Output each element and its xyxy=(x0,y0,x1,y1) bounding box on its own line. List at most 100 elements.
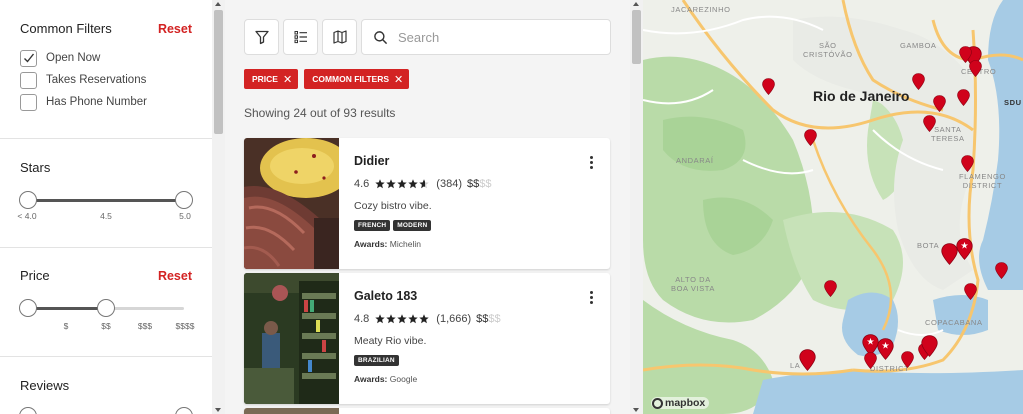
map-label-andarai: ANDARAÍ xyxy=(676,156,714,165)
rating-value: 4.6 xyxy=(354,178,370,190)
mapbox-icon xyxy=(652,397,663,409)
map-pin-icon[interactable] xyxy=(921,335,938,357)
map-pin-icon[interactable] xyxy=(933,95,946,112)
app-root: Common Filters Reset Open Now Takes Rese… xyxy=(0,0,1023,414)
map-label-santa-teresa: SANTA TERESA xyxy=(931,125,965,143)
stars-min-thumb[interactable] xyxy=(19,191,37,209)
has-phone-number-checkbox[interactable] xyxy=(20,93,37,111)
restaurant-card[interactable]: Galeto 183 4.8 (1,666) $$ $$ Meaty Rio vi… xyxy=(244,273,610,404)
restaurant-card-body: Didier 4.6 (384) $$$$ Cozy bistro vibe. xyxy=(354,154,600,249)
filter-icon xyxy=(254,30,269,45)
map-view[interactable]: JACAREZINHO SÃO CRISTÓVÃO GAMBOA CENTRO … xyxy=(643,0,1023,414)
close-icon[interactable]: ✕ xyxy=(394,73,403,86)
map-label-botafogo: BOTA xyxy=(917,241,940,250)
list-icon xyxy=(294,31,307,44)
review-count: (1,666) xyxy=(436,313,472,325)
more-options-icon[interactable] xyxy=(590,156,594,171)
map-view-button[interactable] xyxy=(322,19,357,55)
restaurant-card[interactable]: Didier 4.6 (384) $$$$ Cozy bistro vibe. xyxy=(244,138,610,269)
map-pin-icon[interactable] xyxy=(969,60,982,77)
common-filters-section: Common Filters Reset Open Now Takes Rese… xyxy=(0,0,212,139)
map-label-alto-da-boa-vista: ALTO DA BOA VISTA xyxy=(671,275,716,293)
restaurant-description: Cozy bistro vibe. xyxy=(354,200,432,212)
filter-open-now[interactable]: Open Now xyxy=(20,49,192,67)
map-label-flamengo: FLAMENGO DISTRICT xyxy=(959,172,1006,190)
stars-tick: 5.0 xyxy=(179,211,191,221)
filters-scrollbar[interactable] xyxy=(212,0,225,414)
map-pin-featured-icon[interactable] xyxy=(956,238,973,260)
reviews-min-thumb[interactable] xyxy=(19,407,37,414)
price-min-thumb[interactable] xyxy=(19,299,37,317)
map-pin-icon[interactable] xyxy=(964,283,977,300)
price-tick: $ xyxy=(63,321,69,331)
more-options-icon[interactable] xyxy=(590,291,594,306)
star-rating-icon xyxy=(375,179,430,189)
reviews-title: Reviews xyxy=(20,378,70,393)
restaurant-name[interactable]: Galeto 183 xyxy=(354,289,600,303)
scroll-down-arrow-icon[interactable] xyxy=(215,408,221,412)
map-pin-icon[interactable] xyxy=(957,89,970,106)
stars-max-thumb[interactable] xyxy=(175,191,193,209)
awards-label: Awards: xyxy=(354,374,388,384)
common-filters-chip[interactable]: COMMON FILTERS ✕ xyxy=(304,69,410,89)
search-input[interactable] xyxy=(398,29,598,45)
restaurant-card[interactable] xyxy=(244,408,610,414)
price-max-thumb[interactable] xyxy=(97,299,115,317)
reviews-range-slider[interactable] xyxy=(19,406,193,414)
map-label-gamboa: GAMBOA xyxy=(900,41,937,50)
scroll-up-arrow-icon[interactable] xyxy=(215,2,221,6)
results-scrollbar-thumb[interactable] xyxy=(632,10,641,64)
restaurant-card-body: Galeto 183 4.8 (1,666) $$ $$ Meaty Rio vi… xyxy=(354,289,600,384)
rating-row: 4.8 (1,666) $$ $$ xyxy=(354,313,600,325)
open-now-label: Open Now xyxy=(46,52,101,64)
scroll-down-arrow-icon[interactable] xyxy=(633,408,639,412)
results-scrollbar[interactable] xyxy=(630,0,643,414)
awards-value: Michelin xyxy=(389,239,421,249)
restaurant-photo-galeto-183 xyxy=(244,273,339,404)
map-pin-icon[interactable] xyxy=(762,78,775,95)
map-pin-icon[interactable] xyxy=(824,280,837,297)
cuisine-tag: FRENCH xyxy=(354,220,391,231)
map-pin-icon[interactable] xyxy=(901,351,914,368)
map-pin-icon[interactable] xyxy=(923,115,936,132)
price-reset-button[interactable]: Reset xyxy=(158,269,192,283)
results-panel: PRICE ✕ COMMON FILTERS ✕ Showing 24 out … xyxy=(225,0,630,414)
list-view-button[interactable] xyxy=(283,19,318,55)
map-pin-icon[interactable] xyxy=(912,73,925,90)
map-pin-icon[interactable] xyxy=(804,129,817,146)
filter-takes-reservations[interactable]: Takes Reservations xyxy=(20,71,192,89)
map-pin-icon[interactable] xyxy=(995,262,1008,279)
rating-value: 4.8 xyxy=(354,313,370,325)
stars-title: Stars xyxy=(20,160,51,175)
map-pin-icon[interactable] xyxy=(799,349,816,371)
takes-reservations-checkbox[interactable] xyxy=(20,71,37,89)
rating-row: 4.6 (384) $$ $$ xyxy=(354,178,600,190)
price-level-muted: $$ xyxy=(488,313,501,325)
map-pin-icon[interactable] xyxy=(864,352,877,369)
map-label-sao-cristovao: SÃO CRISTÓVÃO xyxy=(803,41,853,59)
reviews-max-thumb[interactable] xyxy=(175,407,193,414)
restaurant-name[interactable]: Didier xyxy=(354,154,600,168)
open-now-checkbox[interactable] xyxy=(20,49,37,67)
awards-line: Awards: Google xyxy=(354,374,600,384)
price-filter-chip[interactable]: PRICE ✕ xyxy=(244,69,299,89)
price-range-slider[interactable] xyxy=(19,298,192,318)
filter-button[interactable] xyxy=(244,19,279,55)
search-box[interactable] xyxy=(361,19,611,55)
price-chip-label: PRICE xyxy=(252,74,278,84)
filter-has-phone-number[interactable]: Has Phone Number xyxy=(20,93,192,111)
map-pin-featured-icon[interactable] xyxy=(877,338,894,360)
close-icon[interactable]: ✕ xyxy=(283,73,292,86)
stars-tick: < 4.0 xyxy=(17,211,37,221)
common-filters-reset-button[interactable]: Reset xyxy=(158,22,192,36)
map-pin-icon[interactable] xyxy=(961,155,974,172)
price-slider-fill xyxy=(28,307,106,310)
takes-reservations-label: Takes Reservations xyxy=(46,74,147,86)
price-title: Price xyxy=(20,268,50,283)
stars-range-slider[interactable] xyxy=(19,190,193,210)
scroll-up-arrow-icon[interactable] xyxy=(633,2,639,6)
has-phone-number-label: Has Phone Number xyxy=(46,96,147,108)
results-toolbar xyxy=(244,19,611,55)
filters-scrollbar-thumb[interactable] xyxy=(214,10,223,134)
mapbox-logo[interactable]: mapbox xyxy=(651,397,710,409)
